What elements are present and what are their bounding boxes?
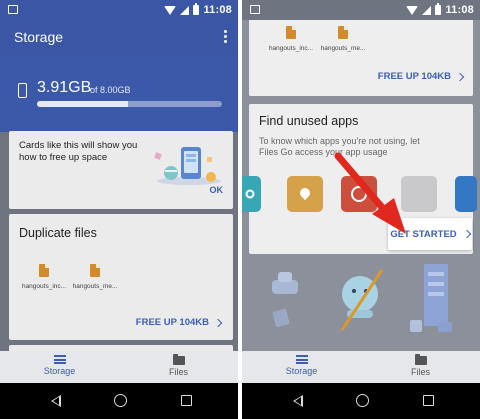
map-pin-icon — [297, 185, 313, 201]
signal-icon — [180, 5, 190, 15]
wifi-icon — [164, 5, 177, 15]
screenshot-composite: 11:08 Storage 3.91GB of 8.00GB Cards lik… — [0, 0, 480, 419]
files-card[interactable]: hangouts_inc... hangouts_me... FREE UP 1… — [249, 20, 473, 96]
bottom-tab-bar: Storage Files — [0, 351, 238, 383]
blue-app-icon — [455, 176, 477, 212]
tab-storage[interactable]: Storage — [0, 351, 119, 383]
file-name: hangouts_me... — [72, 283, 118, 290]
tab-files[interactable]: Files — [119, 351, 238, 383]
notification-image-icon — [250, 5, 260, 14]
browser-app-icon — [341, 176, 377, 212]
free-up-label: FREE UP 104KB — [377, 71, 451, 82]
chevron-right-icon — [462, 229, 471, 239]
maps-app-icon — [287, 176, 323, 212]
app-bar: Storage — [0, 20, 238, 56]
battery-icon — [193, 3, 200, 15]
status-icons — [164, 3, 200, 15]
document-icon — [39, 264, 49, 277]
tip-ok-button[interactable]: OK — [210, 185, 224, 195]
phone-cleanup-illustration-icon — [154, 147, 221, 185]
file-name: hangouts_inc... — [268, 45, 314, 52]
file-item[interactable]: hangouts_me... — [67, 264, 123, 290]
status-icons — [406, 3, 442, 15]
bottom-tab-bar: Storage Files — [242, 351, 480, 383]
get-started-label: GET STARTED — [390, 228, 457, 240]
recent-apps-icon[interactable] — [181, 395, 192, 406]
folder-icon — [414, 354, 427, 365]
status-bar: 11:08 — [242, 0, 480, 20]
storage-content[interactable]: 3.91GB of 8.00GB Cards like this will sh… — [0, 56, 238, 351]
tab-storage-label: Storage — [43, 366, 76, 376]
find-unused-apps-card[interactable]: Find unused apps To know which apps you'… — [242, 104, 477, 254]
app-icons-row — [242, 176, 477, 216]
signal-icon — [422, 5, 432, 15]
tab-files-label: Files — [410, 367, 430, 377]
back-icon[interactable] — [293, 395, 303, 407]
document-icon — [286, 26, 296, 39]
get-started-button[interactable]: GET STARTED — [388, 218, 472, 250]
find-unused-apps-title: Find unused apps — [259, 114, 359, 128]
storage-summary: 3.91GB of 8.00GB — [0, 56, 238, 132]
system-nav-bar — [0, 383, 238, 419]
file-name: hangouts_inc... — [21, 283, 67, 290]
battery-icon — [435, 3, 442, 15]
storage-total: of 8.00GB — [90, 85, 131, 95]
tab-storage[interactable]: Storage — [242, 351, 361, 383]
system-nav-bar — [242, 383, 480, 419]
free-up-button[interactable]: FREE UP 104KB — [135, 317, 223, 328]
left-phone-screen: 11:08 Storage 3.91GB of 8.00GB Cards lik… — [0, 0, 238, 419]
storage-icon — [53, 355, 66, 364]
tab-files[interactable]: Files — [361, 351, 480, 383]
document-icon — [90, 264, 100, 277]
camera-app-icon — [242, 176, 261, 212]
phone-storage-icon — [18, 83, 27, 98]
notification-image-icon — [8, 5, 18, 14]
back-icon[interactable] — [51, 395, 61, 407]
globe-icon — [351, 186, 367, 202]
storage-content[interactable]: hangouts_inc... hangouts_me... FREE UP 1… — [242, 20, 480, 351]
storage-icon — [295, 355, 308, 364]
page-title: Storage — [14, 29, 64, 45]
placeholder-app-icon — [401, 176, 437, 212]
home-icon[interactable] — [114, 394, 127, 407]
free-up-label: FREE UP 104KB — [135, 317, 209, 328]
duplicate-files-title: Duplicate files — [19, 226, 97, 240]
folder-icon — [172, 354, 185, 365]
storage-usage-bar-fill — [37, 101, 128, 107]
status-time: 11:08 — [203, 4, 232, 16]
storage-usage-bar — [37, 101, 222, 107]
tab-storage-label: Storage — [285, 366, 318, 376]
duplicate-files-card[interactable]: Duplicate files hangouts_inc... hangouts… — [9, 214, 233, 340]
tip-card: Cards like this will show you how to fre… — [9, 131, 233, 209]
recent-apps-icon[interactable] — [423, 395, 434, 406]
storage-used: 3.91GB — [37, 79, 92, 96]
tip-card-text: Cards like this will show you how to fre… — [19, 140, 138, 163]
file-item[interactable]: hangouts_inc... — [16, 264, 72, 290]
chevron-right-icon — [213, 318, 223, 327]
cleanup-mascot-illustration-icon — [272, 264, 452, 332]
document-icon — [338, 26, 348, 39]
home-icon[interactable] — [356, 394, 369, 407]
file-name: hangouts_me... — [320, 45, 366, 52]
find-unused-apps-description: To know which apps you're not using, let… — [259, 136, 420, 157]
camera-lens-icon — [245, 189, 255, 199]
free-up-button[interactable]: FREE UP 104KB — [377, 71, 465, 82]
file-item[interactable]: hangouts_me... — [315, 26, 371, 52]
status-bar: 11:08 — [0, 0, 238, 20]
overflow-menu-icon[interactable] — [224, 30, 228, 44]
wifi-icon — [406, 5, 419, 15]
right-phone-screen: 11:08 hangouts_inc... hangouts_me... FRE… — [242, 0, 480, 419]
chevron-right-icon — [455, 72, 465, 81]
status-time: 11:08 — [445, 4, 474, 16]
file-item[interactable]: hangouts_inc... — [263, 26, 319, 52]
tab-files-label: Files — [168, 367, 188, 377]
